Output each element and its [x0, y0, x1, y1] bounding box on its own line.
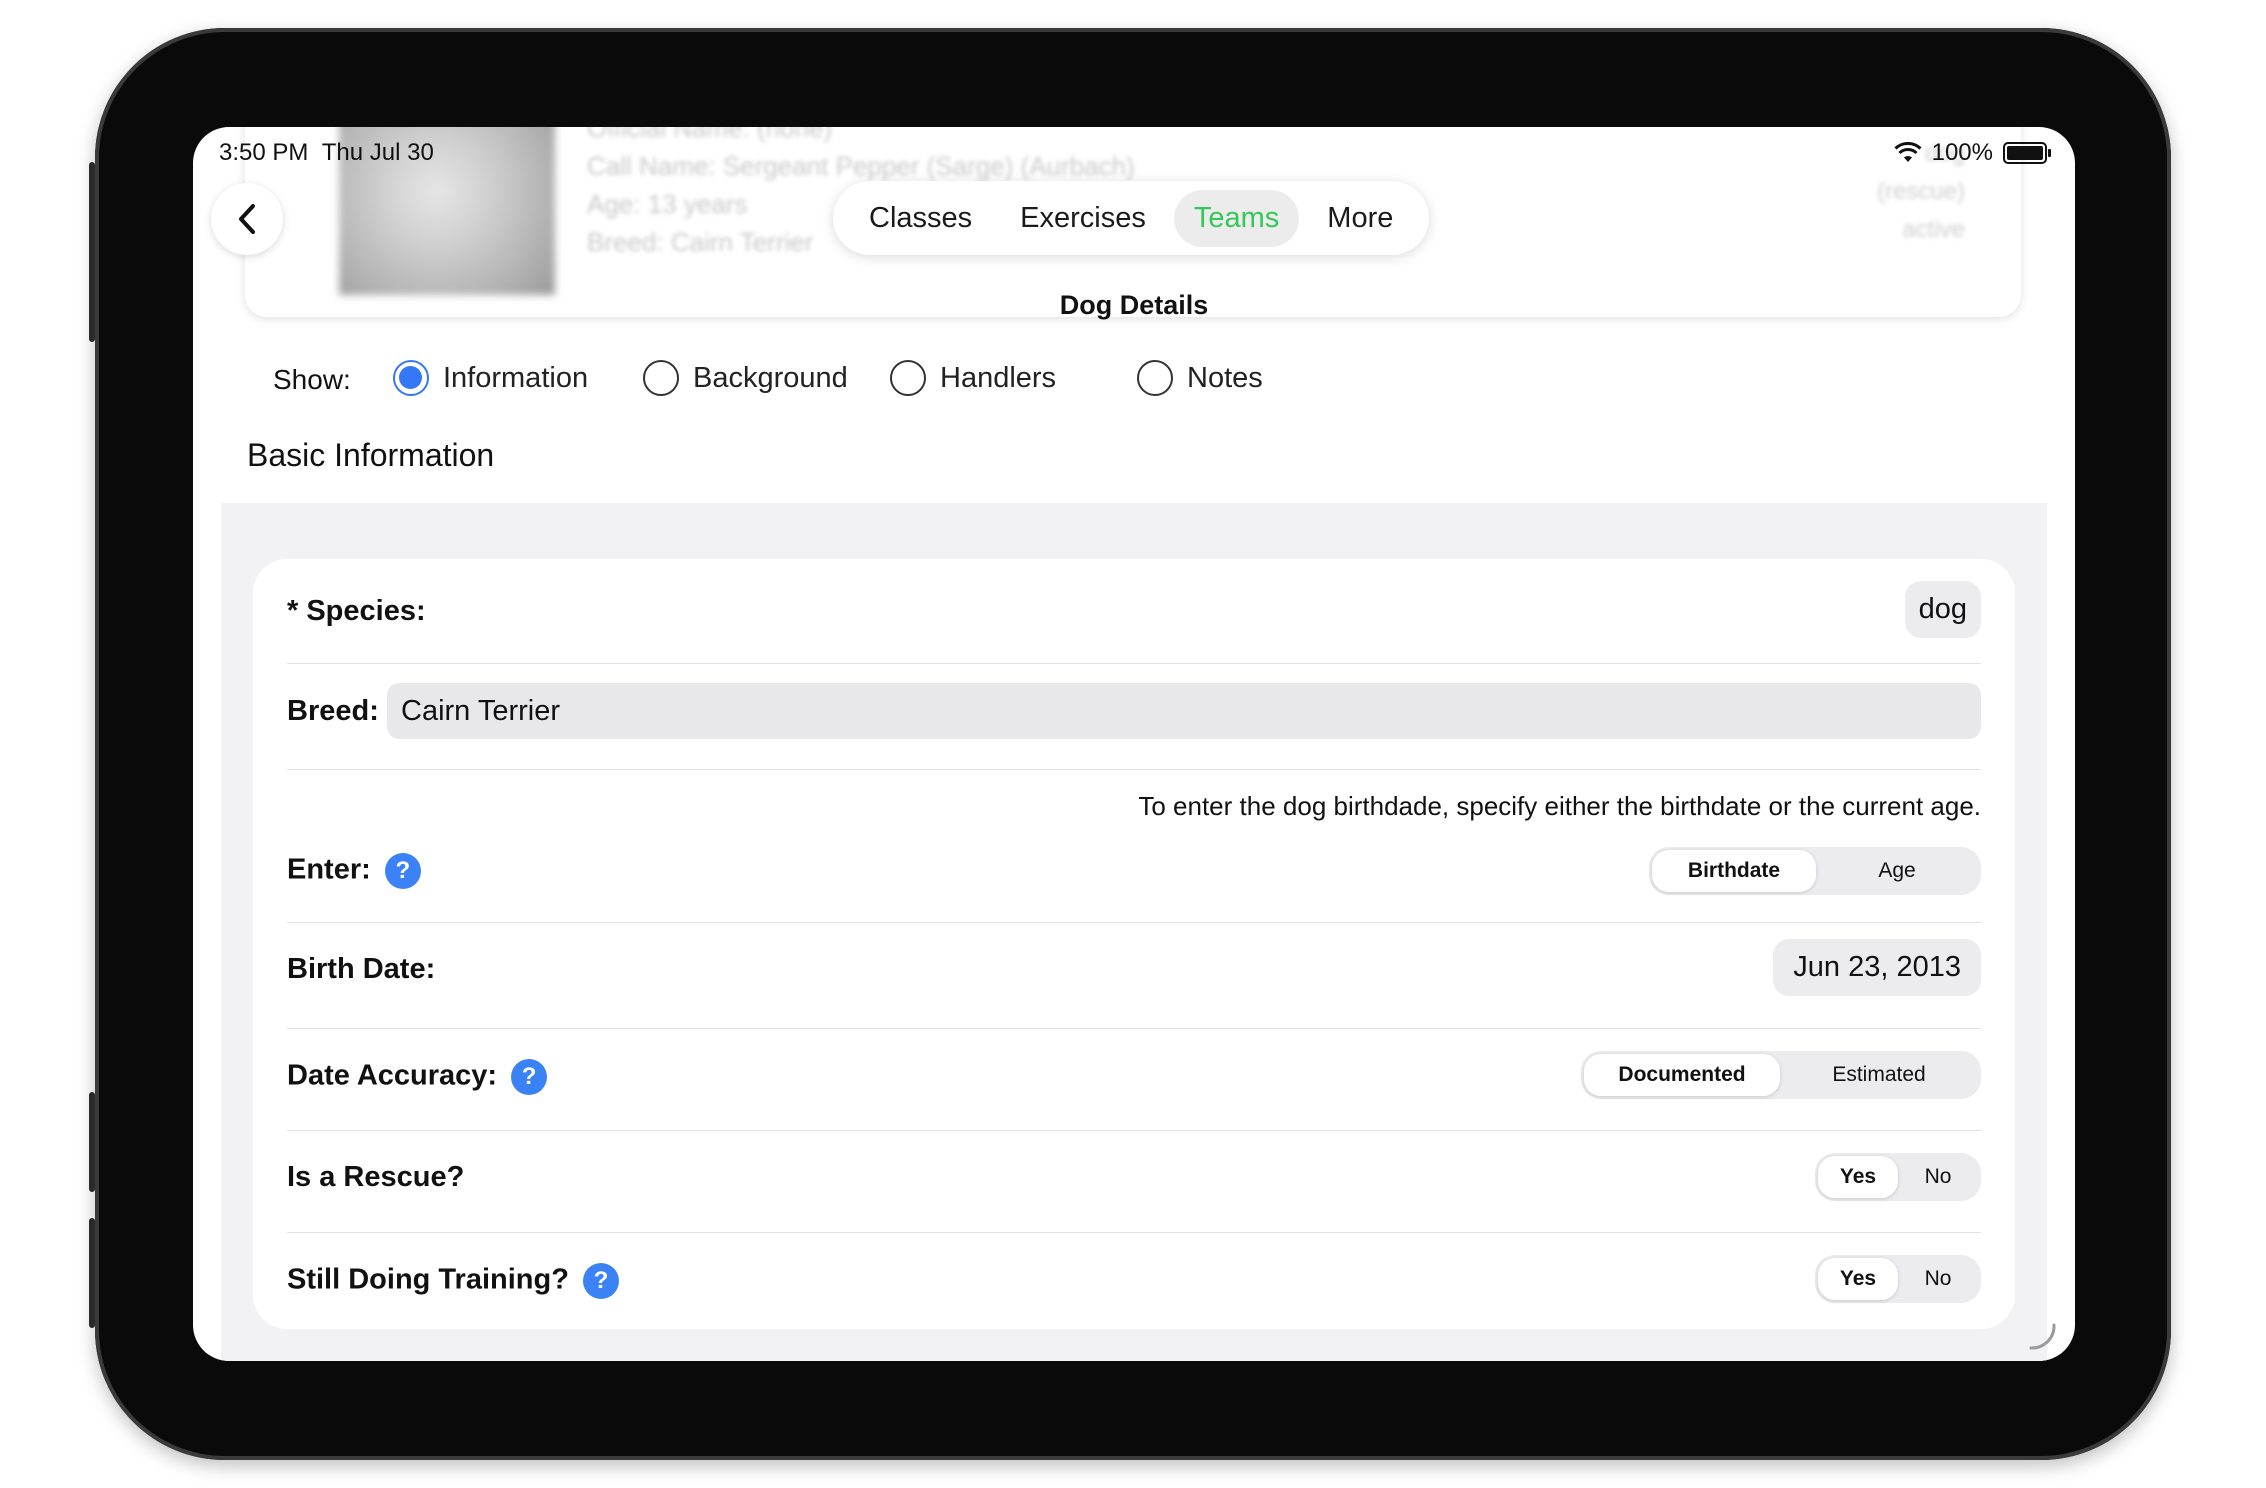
enter-hint: To enter the dog birthdade, specify eith… — [1138, 791, 1981, 821]
show-filter: Show: Information Background Handlers No… — [273, 360, 1473, 404]
clock: 3:50 PM — [219, 139, 309, 166]
date: Thu Jul 30 — [321, 139, 434, 166]
screen: Official Name: (none) Call Name: Sergean… — [193, 127, 2075, 1361]
species-row: * Species: dog — [287, 579, 1981, 649]
divider — [287, 663, 1981, 664]
radio-label: Information — [443, 361, 589, 394]
segment-age[interactable]: Age — [1816, 850, 1978, 892]
species-label: * Species: — [287, 595, 426, 627]
summary-line: Official Name: (none) — [587, 127, 833, 143]
date-accuracy-segmented: Documented Estimated — [1581, 1051, 1981, 1099]
basic-information-form: * Species: dog Breed: Cairn Terrier To e… — [253, 559, 2015, 1329]
birth-date-picker[interactable]: Jun 23, 2013 — [1773, 939, 1981, 996]
divider — [287, 769, 1981, 770]
tab-teams[interactable]: Teams — [1173, 189, 1300, 247]
tab-more[interactable]: More — [1307, 190, 1413, 247]
still-training-label: Still Doing Training?? — [287, 1263, 619, 1299]
segment-documented[interactable]: Documented — [1584, 1054, 1780, 1096]
radio-empty-icon — [1137, 360, 1173, 396]
divider — [287, 1028, 1981, 1029]
show-label: Show: — [273, 364, 351, 395]
date-accuracy-label-text: Date Accuracy: — [287, 1059, 498, 1092]
birth-date-label: Birth Date: — [287, 953, 436, 985]
battery-icon — [2003, 142, 2051, 164]
still-training-segmented: Yes No — [1815, 1255, 1981, 1303]
summary-line: Call Name: Sergeant Pepper (Sarge) (Aurb… — [587, 151, 1135, 181]
back-button[interactable] — [211, 183, 283, 255]
still-training-label-text: Still Doing Training? — [287, 1263, 569, 1296]
segment-yes[interactable]: Yes — [1818, 1156, 1898, 1198]
chevron-left-icon — [239, 204, 255, 234]
date-accuracy-row: Date Accuracy:? Documented Estimated — [287, 1047, 1981, 1103]
help-icon[interactable]: ? — [511, 1059, 548, 1095]
volume-button — [89, 1092, 95, 1192]
divider — [287, 1232, 1981, 1233]
segment-yes[interactable]: Yes — [1818, 1258, 1898, 1300]
enter-label-text: Enter: — [287, 853, 371, 886]
rescue-label: Is a Rescue? — [287, 1161, 465, 1193]
segment-no[interactable]: No — [1898, 1258, 1978, 1300]
species-picker[interactable]: dog — [1904, 581, 1981, 638]
enter-label: Enter:? — [287, 853, 421, 889]
divider — [287, 922, 1981, 923]
loading-spinner-icon — [2029, 1323, 2056, 1350]
section-title: Basic Information — [247, 437, 495, 473]
radio-empty-icon — [890, 360, 926, 396]
tab-exercises[interactable]: Exercises — [1000, 190, 1166, 247]
breed-input[interactable]: Cairn Terrier — [387, 683, 1981, 739]
enter-row: To enter the dog birthdade, specify eith… — [287, 791, 1981, 911]
radio-background[interactable]: Background — [643, 360, 848, 396]
breed-label: Breed: — [287, 695, 379, 727]
page-title: Dog Details — [1059, 290, 1209, 320]
radio-label: Background — [693, 361, 848, 394]
radio-notes[interactable]: Notes — [1137, 360, 1263, 396]
summary-tag: (rescue) — [1876, 178, 1965, 205]
radio-empty-icon — [643, 360, 679, 396]
birth-date-row: Birth Date: Jun 23, 2013 — [287, 939, 1981, 999]
help-icon[interactable]: ? — [582, 1263, 619, 1299]
breed-row: Breed: Cairn Terrier — [287, 683, 1981, 739]
volume-button — [89, 162, 95, 342]
power-button — [89, 1218, 95, 1328]
status-indicators: 100% — [1894, 139, 2051, 167]
segment-birthdate[interactable]: Birthdate — [1652, 850, 1816, 892]
battery-percent: 100% — [1931, 139, 1993, 166]
rescue-row: Is a Rescue? Yes No — [287, 1149, 1981, 1205]
top-nav-tabs: Classes Exercises Teams More — [833, 181, 1430, 255]
segment-estimated[interactable]: Estimated — [1780, 1054, 1978, 1096]
divider — [287, 1130, 1981, 1131]
radio-information[interactable]: Information — [393, 360, 588, 396]
radio-label: Handlers — [940, 361, 1057, 394]
rescue-segmented: Yes No — [1815, 1153, 1981, 1201]
date-accuracy-label: Date Accuracy:? — [287, 1059, 548, 1095]
radio-label: Notes — [1187, 361, 1263, 394]
radio-handlers[interactable]: Handlers — [890, 360, 1056, 396]
wifi-icon — [1894, 142, 1922, 162]
summary-tag: active — [1902, 216, 1965, 243]
enter-mode-segmented: Birthdate Age — [1649, 847, 1981, 895]
still-training-row: Still Doing Training?? Yes No — [287, 1251, 1981, 1307]
help-icon[interactable]: ? — [384, 853, 421, 889]
radio-selected-icon — [393, 360, 429, 396]
status-time: 3:50 PM Thu Jul 30 — [219, 139, 434, 167]
tab-classes[interactable]: Classes — [849, 190, 992, 247]
segment-no[interactable]: No — [1898, 1156, 1978, 1198]
